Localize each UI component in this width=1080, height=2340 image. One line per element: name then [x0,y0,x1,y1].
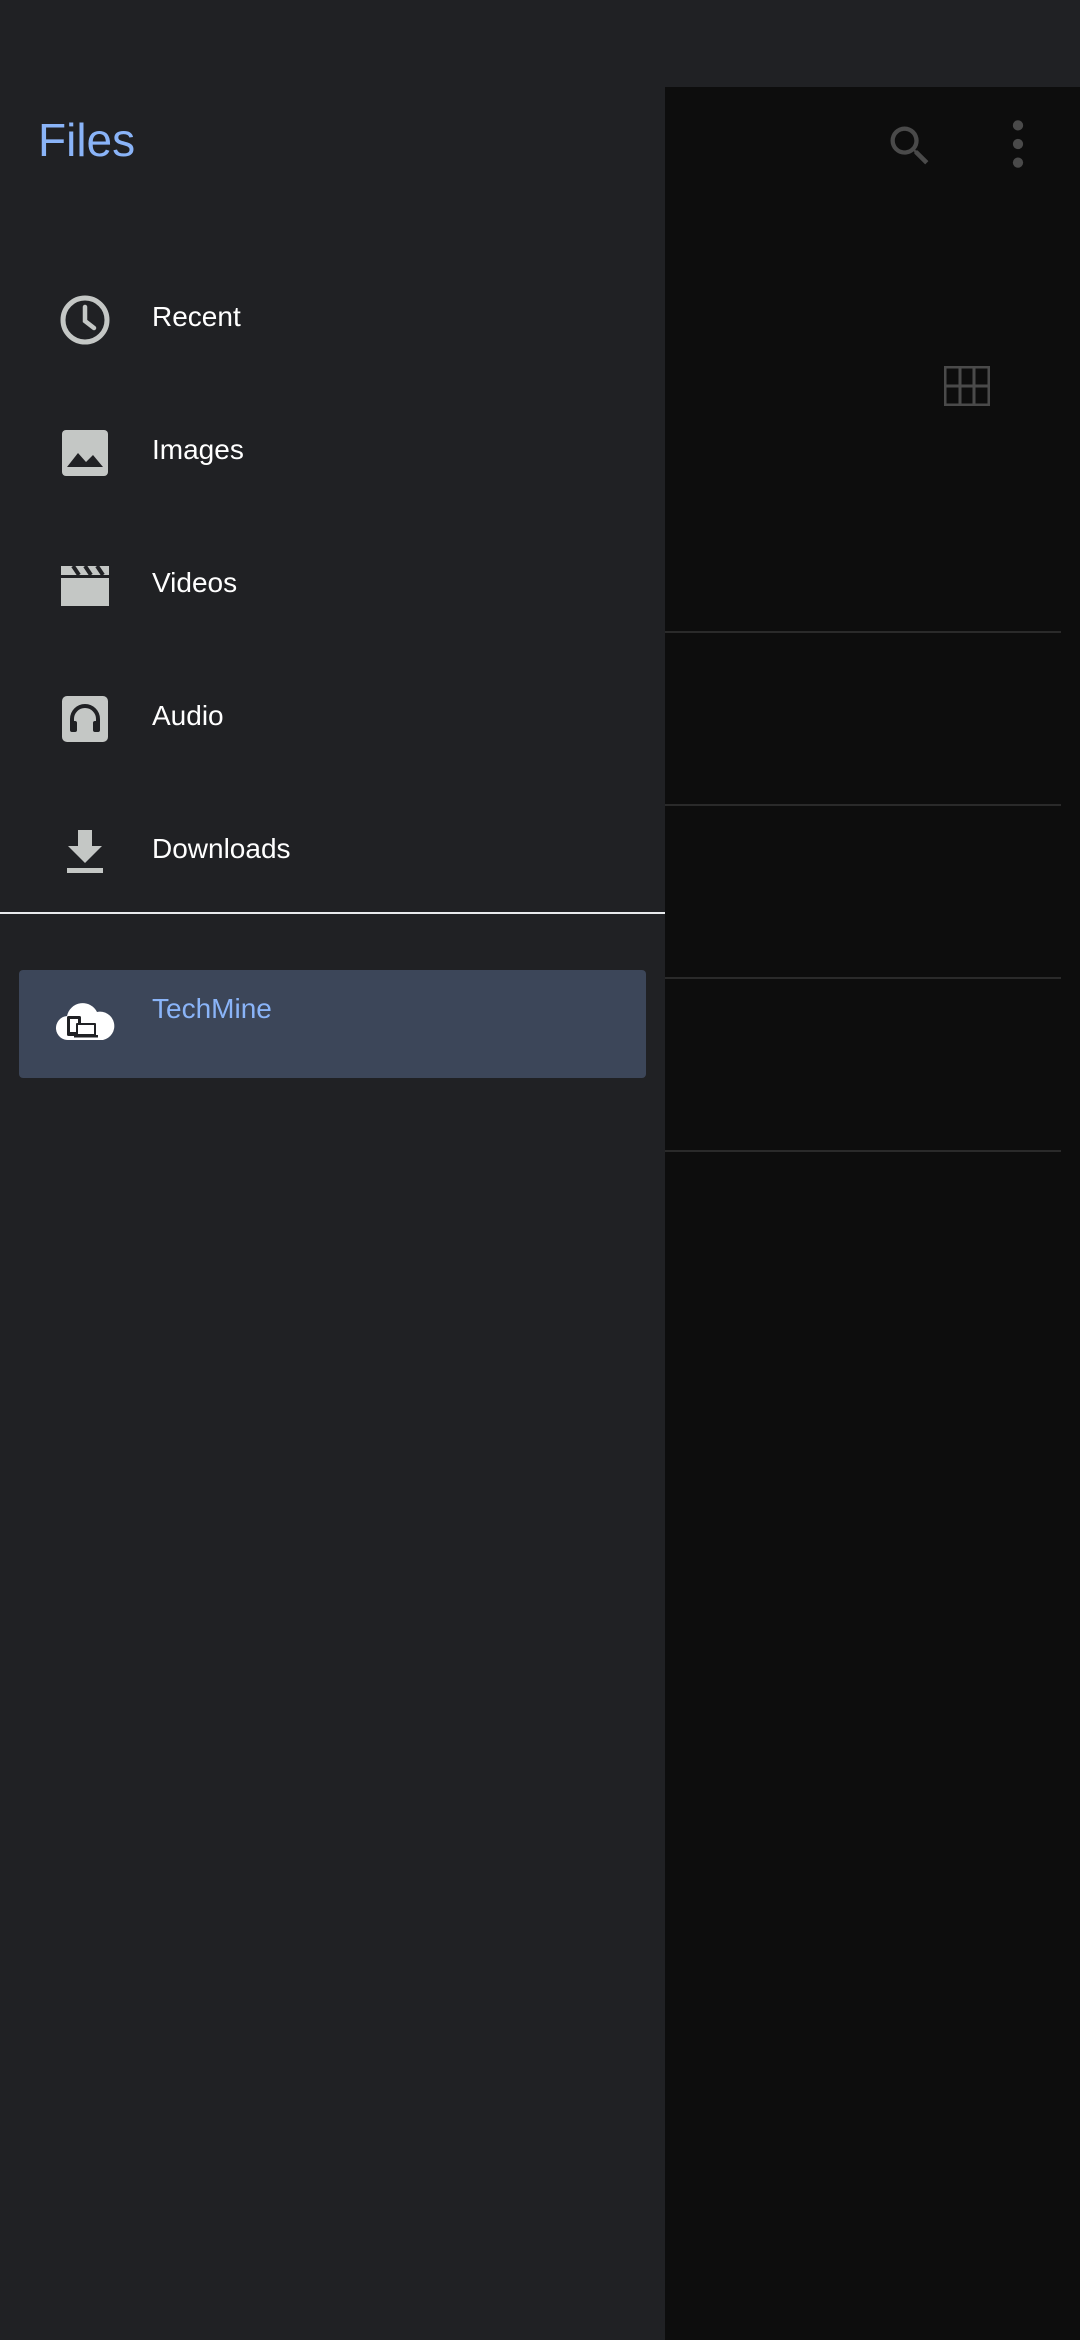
drawer-item-audio[interactable]: Audio [0,663,665,773]
list-divider [664,1150,1061,1152]
drawer-root-techmine[interactable]: TechMine [19,970,646,1078]
download-icon [57,824,113,880]
image-icon [57,425,113,481]
drawer-title: Files [38,114,136,166]
navigation-drawer: Files Recent Images Videos Audio Downloa… [0,87,665,2340]
list-divider [664,804,1061,806]
status-bar [0,0,1080,87]
drawer-item-images[interactable]: Images [0,397,665,507]
drawer-item-label: Downloads [152,833,291,864]
grid-view-icon [944,366,990,406]
drawer-item-label: Recent [152,301,241,332]
cloud-device-icon [55,998,115,1044]
drawer-item-downloads[interactable]: Downloads [0,796,665,906]
drawer-divider [0,912,665,914]
video-icon [57,558,113,614]
drawer-item-label: Videos [152,567,238,598]
drawer-item-label: Images [152,434,244,465]
drawer-item-videos[interactable]: Videos [0,530,665,640]
drawer-item-recent[interactable]: Recent [0,264,665,374]
drawer-item-label: Audio [152,700,224,731]
more-vert-icon [1004,116,1032,172]
list-divider [664,977,1061,979]
headphones-icon [57,691,113,747]
search-icon [884,120,936,172]
drawer-root-label: TechMine [152,993,272,1024]
list-divider [664,631,1061,633]
clock-icon [57,292,113,348]
